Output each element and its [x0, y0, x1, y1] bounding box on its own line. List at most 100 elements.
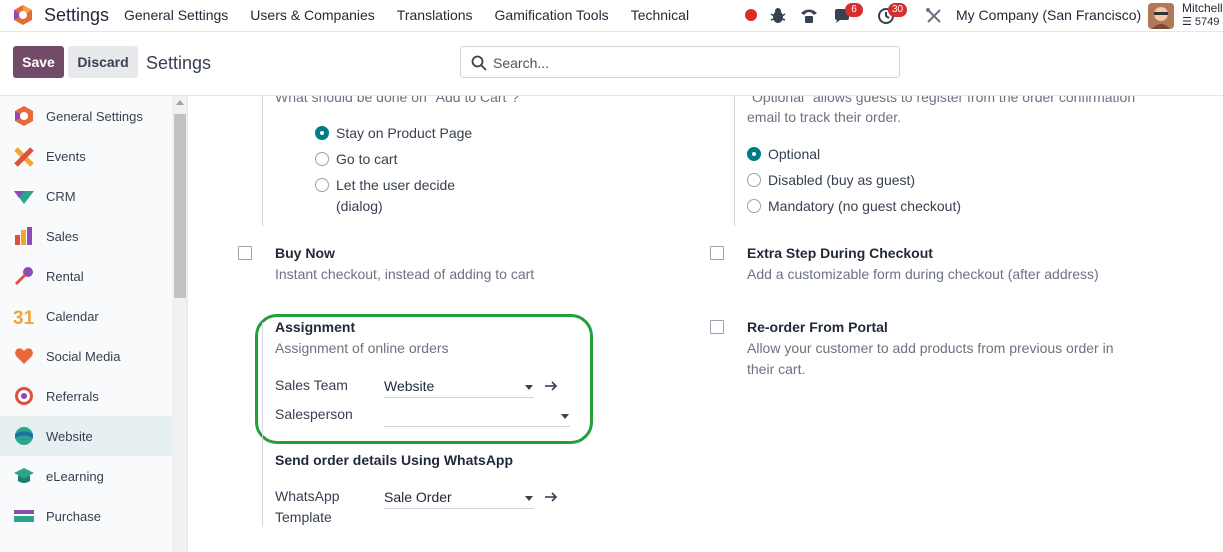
sales-icon [15, 227, 32, 245]
chevron-down-icon[interactable] [561, 414, 569, 419]
sidebar-item-more[interactable] [0, 536, 172, 552]
activities-badge: 30 [888, 3, 908, 17]
radio-mandatory[interactable] [747, 199, 761, 213]
guest-checkout-desc-1: "Optional" allows guests to register fro… [747, 96, 1136, 105]
extra-step-checkbox[interactable] [710, 246, 724, 260]
sidebar-item-label: Sales [46, 228, 79, 244]
buy-now-desc: Instant checkout, instead of adding to c… [275, 266, 535, 282]
radio-go-to-cart[interactable] [315, 152, 329, 166]
whatsapp-template-select[interactable]: Sale Order [384, 489, 452, 505]
sidebar-item-elearning[interactable]: eLearning [0, 456, 172, 496]
save-button[interactable]: Save [13, 46, 64, 78]
discard-button[interactable]: Discard [68, 46, 138, 78]
chevron-down-icon[interactable] [525, 385, 533, 390]
menu-general-settings[interactable]: General Settings [124, 7, 228, 23]
menu-technical[interactable]: Technical [631, 7, 689, 23]
radio-disabled-buy-as-guest[interactable] [747, 173, 761, 187]
sidebar-item-label: Events [46, 148, 86, 164]
page-title: Settings [146, 53, 212, 73]
section-divider-line [262, 322, 263, 527]
reorder-title: Re-order From Portal [747, 319, 888, 335]
user-name[interactable]: Mitchell [1182, 1, 1223, 15]
sales-team-select[interactable]: Website [384, 378, 434, 394]
option-label[interactable]: Go to cart [336, 151, 397, 167]
user-avatar-icon [1148, 3, 1174, 29]
main-menu: General Settings Users & Companies Trans… [124, 7, 711, 23]
salesperson-label: Salesperson [275, 406, 353, 422]
debug-bug-icon[interactable] [768, 6, 788, 26]
sidebar-item-general-settings[interactable]: General Settings [0, 96, 172, 136]
radio-stay-on-product-page[interactable] [315, 126, 329, 140]
sales-team-underline [384, 397, 534, 398]
top-navbar: Settings General Settings Users & Compan… [0, 0, 1223, 32]
option-label-continued[interactable]: (dialog) [336, 198, 383, 214]
sidebar-item-label: Social Media [46, 348, 121, 364]
elearning-cap-icon [14, 468, 34, 483]
radio-let-user-decide[interactable] [315, 178, 329, 192]
sales-team-label: Sales Team [275, 377, 348, 393]
sidebar-item-label: General Settings [46, 108, 143, 124]
tools-icon[interactable] [924, 6, 944, 26]
sidebar-item-label: Purchase [46, 508, 101, 524]
sidebar-item-social-media[interactable]: Social Media [0, 336, 172, 376]
odoo-settings-logo-icon[interactable] [12, 4, 34, 26]
internal-link-arrow-icon[interactable] [544, 491, 558, 503]
scrollbar-thumb[interactable] [174, 114, 186, 298]
search-input[interactable] [493, 53, 883, 73]
events-icon [14, 147, 34, 167]
internal-link-arrow-icon[interactable] [544, 380, 558, 392]
menu-gamification-tools[interactable]: Gamification Tools [495, 7, 609, 23]
whatsapp-template-underline [384, 508, 534, 509]
reorder-checkbox[interactable] [710, 320, 724, 334]
app-title[interactable]: Settings [44, 5, 109, 26]
calendar-icon: 31 [13, 308, 35, 327]
menu-translations[interactable]: Translations [397, 7, 473, 23]
salesperson-underline [384, 426, 570, 427]
sidebar-scrollbar[interactable] [172, 96, 187, 552]
company-switcher[interactable]: My Company (San Francisco) [956, 7, 1141, 23]
radio-optional[interactable] [747, 147, 761, 161]
section-divider-line [262, 96, 263, 226]
sidebar-item-events[interactable]: Events [0, 136, 172, 176]
sidebar-item-sales[interactable]: Sales [0, 216, 172, 256]
guest-checkout-desc-2: email to track their order. [747, 109, 902, 125]
reorder-desc-2: their cart. [747, 361, 806, 377]
option-label[interactable]: Stay on Product Page [336, 125, 472, 141]
extra-step-title: Extra Step During Checkout [747, 245, 933, 261]
option-label[interactable]: Disabled (buy as guest) [768, 172, 915, 188]
scroll-up-arrow-icon[interactable] [176, 100, 184, 105]
buy-now-title: Buy Now [275, 245, 335, 261]
option-label[interactable]: Let the user decide [336, 177, 455, 193]
sidebar-item-rental[interactable]: Rental [0, 256, 172, 296]
sidebar-item-website[interactable]: Website [0, 416, 172, 456]
referrals-icon [15, 387, 33, 405]
svg-text:31: 31 [13, 308, 35, 327]
option-label[interactable]: Mandatory (no guest checkout) [768, 198, 961, 214]
phone-icon[interactable] [799, 6, 819, 26]
sidebar-item-label: Referrals [46, 388, 99, 404]
recording-indicator-icon[interactable] [745, 9, 757, 21]
sidebar-item-crm[interactable]: CRM [0, 176, 172, 216]
user-coins: ☰ 5749 [1182, 16, 1220, 28]
sidebar-item-purchase[interactable]: Purchase [0, 496, 172, 536]
option-label[interactable]: Optional [768, 146, 820, 162]
buy-now-checkbox[interactable] [238, 246, 252, 260]
sidebar-item-calendar[interactable]: 31 Calendar [0, 296, 172, 336]
extra-step-desc: Add a customizable form during checkout … [747, 266, 1099, 282]
whatsapp-template-label-2: Template [275, 509, 332, 525]
sidebar-item-label: eLearning [46, 468, 104, 484]
general-settings-icon [15, 106, 33, 126]
user-avatar[interactable] [1148, 3, 1174, 29]
user-coins-value: 5749 [1194, 16, 1220, 28]
purchase-icon [14, 510, 34, 522]
sidebar-item-referrals[interactable]: Referrals [0, 376, 172, 416]
menu-users-companies[interactable]: Users & Companies [250, 7, 375, 23]
assignment-desc: Assignment of online orders [275, 340, 449, 356]
sidebar-item-label: CRM [46, 188, 76, 204]
chevron-down-icon[interactable] [525, 496, 533, 501]
assignment-title: Assignment [275, 319, 356, 335]
search-box[interactable] [460, 46, 900, 78]
add-to-cart-question: What should be done on "Add to Cart"? [275, 96, 520, 105]
sidebar-item-label: Rental [46, 268, 84, 284]
next-app-icon [13, 545, 35, 552]
